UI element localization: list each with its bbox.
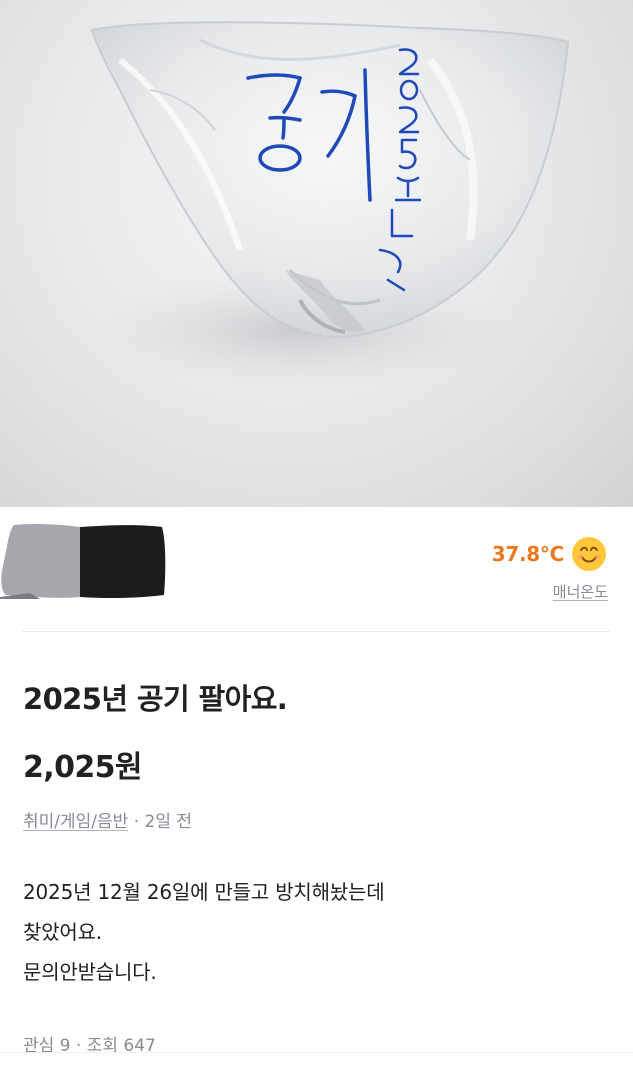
manner-temperature-label[interactable]: 매너온도 <box>553 581 608 602</box>
stats-separator: · <box>70 1036 87 1056</box>
description-line: 2025년 12월 26일에 만들고 방치해놨는데 <box>23 880 385 904</box>
temperature-value: 37.8°C <box>491 542 565 566</box>
listing-description: 2025년 12월 26일에 만들고 방치해놨는데 찾았어요. 문의안받습니다. <box>23 872 613 992</box>
seller-row[interactable]: 37.8°C 매너온도 <box>0 507 633 602</box>
view-count: 조회 647 <box>86 1036 156 1056</box>
manner-temperature[interactable]: 37.8°C <box>492 535 608 573</box>
product-photo[interactable] <box>0 0 633 507</box>
meta-separator: · <box>128 812 145 832</box>
listing-price: 2,025원 <box>23 750 143 785</box>
interest-count: 관심 9 <box>23 1036 71 1056</box>
listing-meta: 취미/게임/음반 · 2일 전 <box>23 807 192 832</box>
smiling-face-icon <box>572 537 606 571</box>
description-line: 찾았어요. <box>23 920 102 944</box>
listing-page: 37.8°C 매너온도 2025년 공기 팔아요. 2,025원 취미/게임/음… <box>0 0 633 1066</box>
listing-title: 2025년 공기 팔아요. <box>23 682 288 716</box>
bottom-divider <box>0 1052 633 1053</box>
plastic-bag-image <box>90 21 570 390</box>
posted-time: 2일 전 <box>144 812 193 832</box>
redacted-seller-info <box>0 523 166 599</box>
description-line: 문의안받습니다. <box>23 960 157 984</box>
divider <box>22 631 610 632</box>
category-link[interactable]: 취미/게임/음반 <box>23 812 128 832</box>
